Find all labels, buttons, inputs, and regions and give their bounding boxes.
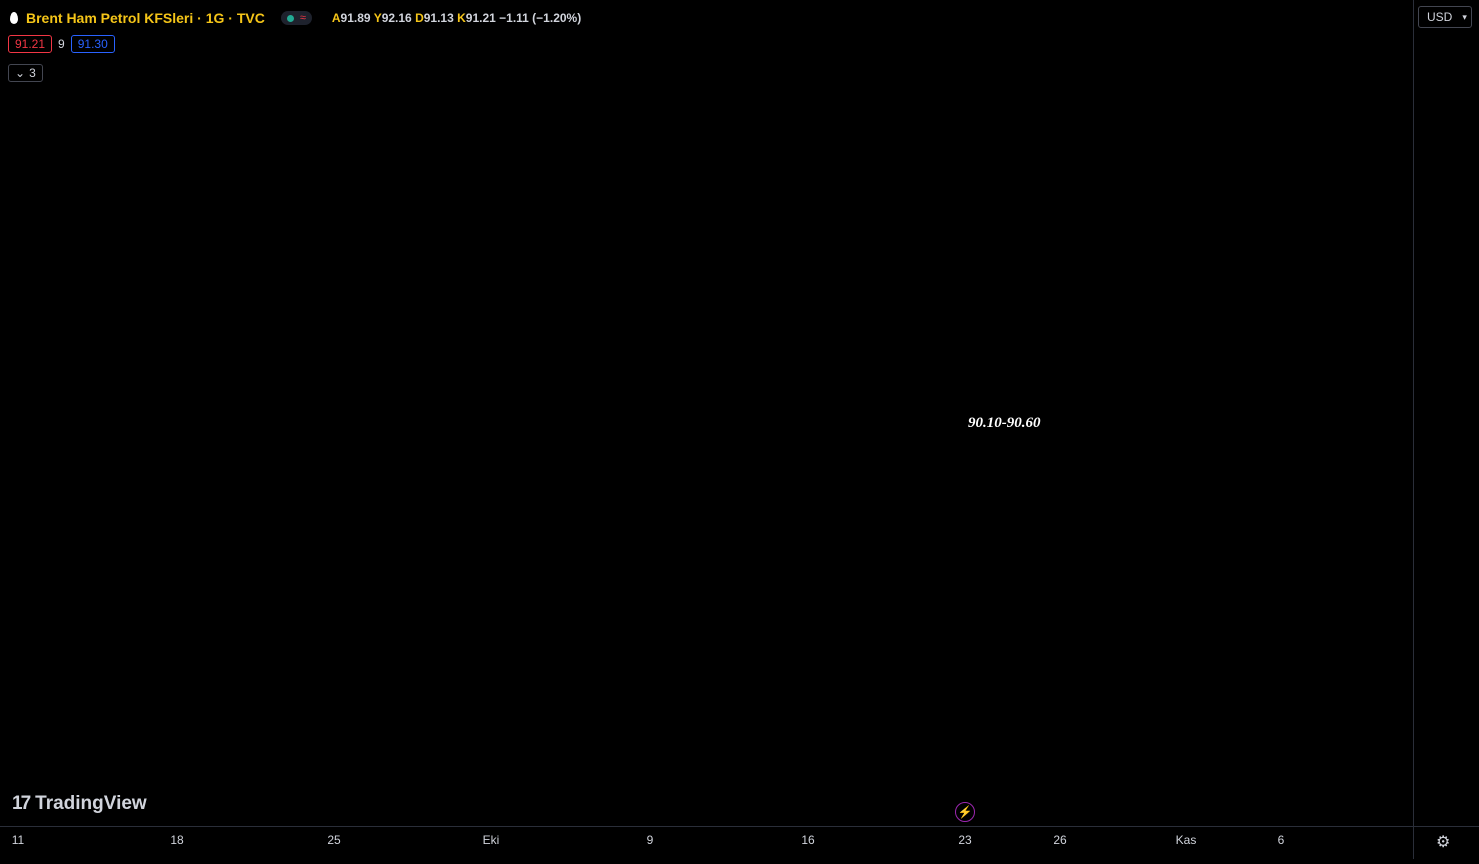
indicator-length: 9 [58, 37, 65, 51]
brand-name: TradingView [35, 793, 147, 814]
time-tick-label: 16 [801, 833, 815, 847]
time-tick-label: 9 [647, 833, 654, 847]
chart-area[interactable]: 83.60-84.6088.70-89.1094.7794.1990.10-90… [0, 0, 1413, 826]
low-value: 91.13 [423, 11, 454, 25]
currency-selector[interactable]: USD ▾ [1418, 6, 1472, 28]
open-value: 91.89 [340, 11, 371, 25]
time-tick-label: 6 [1278, 833, 1285, 847]
chart-header: Brent Ham Petrol KFSleri · 1G · TVC ≈ A9… [10, 8, 581, 28]
brand-logo[interactable]: 17 TradingView [12, 793, 147, 815]
time-tick-label: 18 [170, 833, 184, 847]
ohlc-values: A91.89 Y92.16 D91.13 K91.21 −1.11 (−1.20… [331, 11, 582, 25]
time-tick-label: Eki [483, 833, 500, 847]
high-value: 92.16 [381, 11, 412, 25]
market-open-icon [286, 14, 294, 22]
time-tick-label: 11 [12, 833, 25, 847]
symbol-title[interactable]: Brent Ham Petrol KFSleri · 1G · TVC [26, 10, 265, 26]
time-tick-label: 26 [1053, 833, 1067, 847]
chevron-down-icon: ⌄ [15, 66, 26, 80]
price-axis-svg: 98.0097.0096.0095.0094.0093.0092.0089.00… [1414, 0, 1479, 826]
price-axis[interactable]: 98.0097.0096.0095.0094.0093.0092.0089.00… [1413, 0, 1479, 826]
currency-label: USD [1427, 10, 1453, 24]
tradingview-logo-icon: 17 [12, 793, 31, 814]
time-tick-label: 23 [958, 833, 972, 847]
change-value: −1.11 (−1.20%) [499, 11, 582, 25]
market-status-pill[interactable]: ≈ [280, 11, 312, 25]
time-axis[interactable]: 11 18 25 Eki 9 16 23 26 Kas 6 [0, 826, 1413, 859]
indicators-collapse-button[interactable]: ⌄ 3 [8, 64, 43, 82]
delayed-data-icon: ≈ [299, 12, 306, 24]
indicator-value-2[interactable]: 91.30 [70, 35, 115, 53]
indicator-row: 91.21 9 91.30 [8, 35, 115, 53]
collapse-row: ⌄ 3 [8, 64, 43, 82]
time-axis-svg: 11 18 25 Eki 9 16 23 26 Kas 6 [12, 833, 1285, 847]
chevron-down-icon: ▾ [1462, 11, 1467, 22]
price-chart[interactable]: 83.60-84.6088.70-89.1094.7794.1990.10-90… [0, 0, 1413, 826]
time-tick-label: 25 [327, 833, 341, 847]
time-tick-label: Kas [1176, 833, 1197, 847]
oil-drop-icon [10, 12, 18, 24]
range-annotation: 90.10-90.60 [968, 415, 1041, 431]
close-value: 91.21 [465, 11, 496, 25]
gear-icon[interactable]: ⚙ [1436, 832, 1450, 852]
indicator-count: 3 [29, 66, 36, 80]
lightning-icon[interactable]: ⚡ [955, 802, 975, 822]
indicator-value-1[interactable]: 91.21 [8, 35, 53, 53]
